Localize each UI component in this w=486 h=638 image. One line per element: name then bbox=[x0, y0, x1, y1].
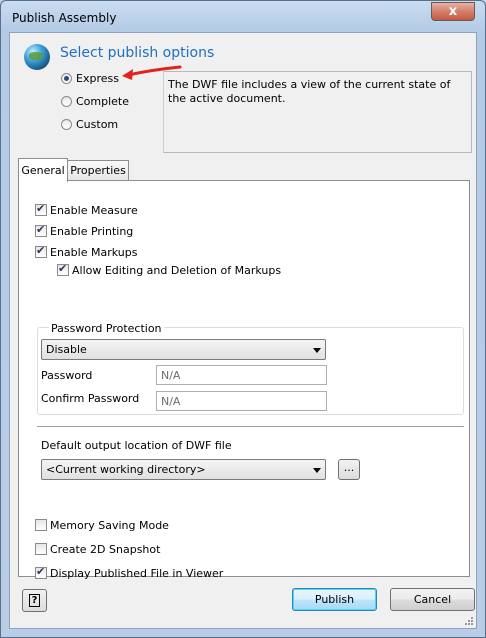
confirm-password-field[interactable]: N/A bbox=[156, 391, 327, 411]
tab-properties[interactable]: Properties bbox=[67, 160, 129, 181]
radio-express-indicator[interactable] bbox=[61, 73, 72, 84]
password-field[interactable]: N/A bbox=[156, 365, 327, 385]
confirm-password-label: Confirm Password bbox=[41, 392, 140, 405]
output-location-label: Default output location of DWF file bbox=[41, 439, 232, 452]
enable-printing-label: Enable Printing bbox=[50, 225, 134, 238]
create-snapshot-label: Create 2D Snapshot bbox=[50, 543, 161, 556]
publish-assembly-dialog: Publish Assembly x Select publish option… bbox=[0, 0, 486, 638]
memory-saving-label: Memory Saving Mode bbox=[50, 519, 169, 532]
radio-express-label: Express bbox=[76, 72, 119, 85]
enable-measure-box[interactable] bbox=[35, 202, 47, 216]
password-protection-label: Password Protection bbox=[49, 322, 164, 335]
help-icon: ? bbox=[29, 594, 40, 607]
browse-button-label: ... bbox=[343, 461, 355, 474]
cancel-button[interactable]: Cancel bbox=[390, 588, 475, 611]
display-in-viewer-label: Display Published File in Viewer bbox=[50, 567, 224, 580]
radio-complete-indicator[interactable] bbox=[61, 96, 72, 107]
password-label: Password bbox=[41, 369, 93, 382]
title-bar[interactable]: Publish Assembly x bbox=[1, 1, 485, 33]
chevron-down-icon bbox=[313, 468, 321, 473]
globe-icon bbox=[24, 44, 50, 70]
mode-description: The DWF file includes a view of the curr… bbox=[163, 71, 472, 153]
general-tab-panel: Enable Measure Enable Printing Enable Ma… bbox=[18, 180, 470, 580]
window-title: Publish Assembly bbox=[12, 11, 117, 25]
allow-editing-box[interactable] bbox=[57, 262, 69, 276]
mode-description-text: The DWF file includes a view of the curr… bbox=[168, 78, 451, 105]
enable-markups-box[interactable] bbox=[35, 244, 47, 258]
tab-properties-label: Properties bbox=[70, 164, 126, 177]
password-mode-dropdown[interactable]: Disable bbox=[41, 339, 326, 360]
radio-custom-label: Custom bbox=[76, 118, 119, 131]
confirm-password-value: N/A bbox=[161, 395, 181, 408]
close-icon: x bbox=[448, 4, 458, 19]
publish-button[interactable]: Publish bbox=[292, 588, 377, 611]
display-in-viewer-box[interactable] bbox=[35, 565, 47, 579]
tab-general[interactable]: General bbox=[18, 158, 68, 182]
memory-saving-box[interactable] bbox=[35, 519, 47, 531]
chevron-down-icon bbox=[313, 348, 321, 353]
publish-button-label: Publish bbox=[314, 593, 355, 606]
section-divider bbox=[37, 426, 464, 428]
radio-complete-label: Complete bbox=[76, 95, 130, 108]
enable-printing-box[interactable] bbox=[35, 223, 47, 237]
browse-button[interactable]: ... bbox=[338, 459, 360, 480]
password-value: N/A bbox=[161, 369, 181, 382]
section-heading: Select publish options bbox=[60, 45, 215, 61]
allow-editing-label: Allow Editing and Deletion of Markups bbox=[72, 264, 282, 277]
create-snapshot-box[interactable] bbox=[35, 543, 47, 555]
enable-measure-label: Enable Measure bbox=[50, 204, 138, 217]
resize-grip-icon[interactable] bbox=[464, 616, 474, 626]
password-mode-value: Disable bbox=[46, 343, 87, 356]
cancel-button-label: Cancel bbox=[413, 593, 452, 606]
tab-general-label: General bbox=[21, 164, 65, 177]
output-location-dropdown[interactable]: <Current working directory> bbox=[41, 459, 326, 480]
enable-markups-label: Enable Markups bbox=[50, 246, 138, 259]
output-location-value: <Current working directory> bbox=[46, 463, 206, 476]
radio-custom-indicator[interactable] bbox=[61, 119, 72, 130]
dialog-body: Select publish options Express Complete … bbox=[9, 32, 477, 629]
help-button[interactable]: ? bbox=[22, 589, 47, 612]
close-button[interactable]: x bbox=[431, 2, 475, 21]
